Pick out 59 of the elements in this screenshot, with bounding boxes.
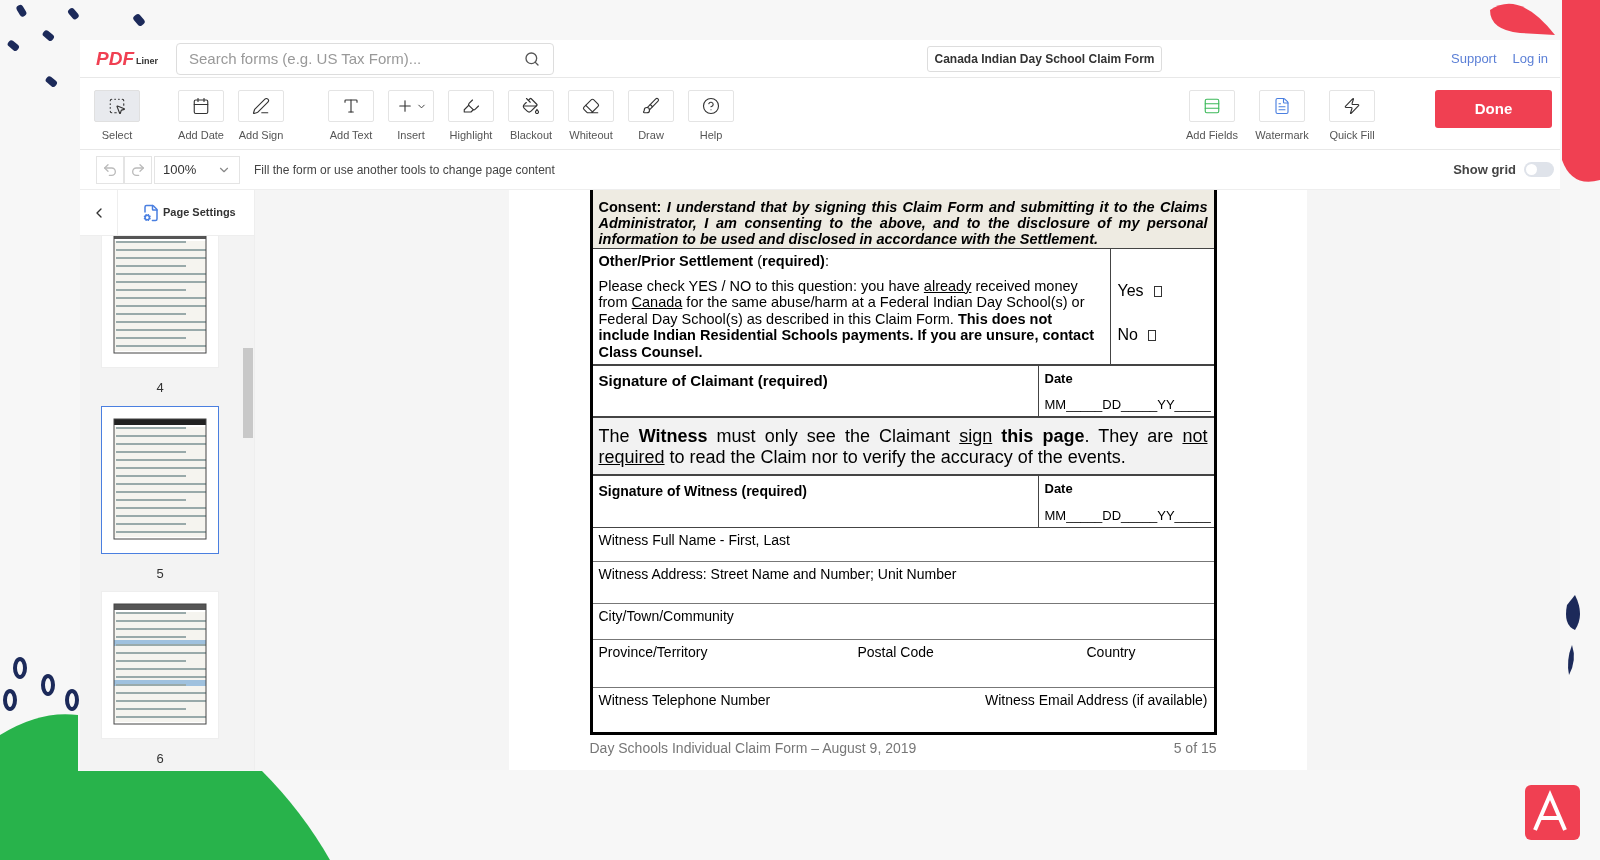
hint-text: Fill the form or use another tools to change page content	[254, 161, 555, 179]
page-thumbnail[interactable]	[101, 405, 219, 554]
page-number: 6	[156, 750, 164, 768]
witness-note: The Witness must only see the Claimant sign this page. They are not required to read the Claim nor to verify the accuracy of the events.	[592, 418, 1214, 476]
show-grid-label: Show grid	[1453, 160, 1516, 179]
field-label: Witness Full Name - First, Last	[598, 532, 790, 548]
field-label: City/Town/Community	[598, 608, 734, 624]
question-text: Please check YES / NO to this question: you have already received money from Canada for the same abuse/harm at a Federal Indian Day School(s) or Federal Day School(s) as described in this Claim Form. This does not include Indian Residential Schools payments. If you are unsure, contact Class Counsel.	[598, 277, 1096, 360]
field-label: Witness Telephone Number	[598, 691, 771, 710]
field-label: Country	[1086, 643, 1136, 662]
undo-icon	[102, 161, 118, 178]
paint-bucket-icon	[522, 97, 540, 115]
page-settings-button[interactable]: Page Settings	[142, 203, 236, 222]
section-title: Other/Prior Settlement (required):	[598, 253, 830, 270]
eraser-icon	[582, 97, 600, 115]
lightning-icon	[1343, 97, 1361, 115]
date-label: Date	[1044, 370, 1074, 388]
rows-icon	[1203, 97, 1221, 115]
checkbox[interactable]	[1153, 285, 1162, 297]
document-title: Canada Indian Day School Claim Form	[927, 45, 1162, 72]
undo-button[interactable]	[96, 155, 124, 184]
redo-icon	[130, 161, 146, 178]
pdf-icon	[1525, 785, 1580, 840]
header-link[interactable]: Log in	[1512, 48, 1548, 69]
header-link[interactable]: Support	[1451, 48, 1497, 69]
redo-button[interactable]	[124, 155, 152, 184]
logo-subtitle: Liner	[136, 54, 158, 68]
done-button[interactable]: Done	[1435, 90, 1552, 128]
field-label: Witness Email Address (if available)	[984, 691, 1208, 710]
search-icon[interactable]	[524, 50, 540, 67]
page-settings-icon	[142, 203, 160, 222]
footer-text: Day Schools Individual Claim Form – August 9, 2019	[589, 739, 917, 758]
search-field[interactable]: Search forms (e.g. US Tax Form)...	[176, 42, 554, 75]
select-icon	[108, 97, 126, 115]
zoom-dropdown[interactable]: 100%	[154, 155, 240, 184]
blob-drawing	[1490, 3, 1555, 35]
page-number: 4	[156, 379, 164, 397]
document-icon	[1273, 97, 1291, 115]
page-count: 5 of 15	[1173, 739, 1217, 758]
pen-icon	[252, 97, 270, 115]
date-label: Date	[1044, 480, 1074, 498]
scrollbar[interactable]	[240, 236, 254, 770]
checkbox[interactable]	[1147, 329, 1156, 341]
field-label: Witness Address: Street Name and Number; Unit Number	[598, 566, 957, 582]
field-label: Province/Territory	[598, 643, 709, 662]
calendar-icon	[192, 97, 210, 115]
grid-toggle[interactable]	[1524, 162, 1554, 177]
field-label: Postal Code	[857, 643, 935, 662]
consent-text: Consent: I understand that by signing this Claim Form and submitting it to the Claims Administrator, I am consenting to the above, and to the disclosure of my personal information to be used and disclosed in accordance with the Settlement.	[592, 190, 1214, 249]
option-label: No	[1117, 325, 1138, 345]
text-icon	[342, 97, 360, 115]
signature-label: Signature of Claimant (required)	[598, 372, 828, 389]
signature-label: Signature of Witness (required)	[598, 483, 807, 499]
help-icon	[702, 97, 720, 115]
logo[interactable]: PDF	[96, 49, 134, 68]
highlighter-icon	[462, 97, 480, 115]
page-number: 5	[156, 564, 164, 583]
option-label: Yes	[1117, 281, 1144, 301]
brush-icon	[642, 97, 660, 115]
